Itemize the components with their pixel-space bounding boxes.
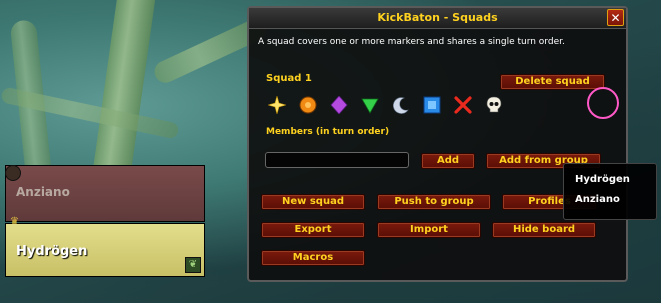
new-squad-button[interactable]: New squad	[261, 194, 365, 210]
import-button[interactable]: Import	[377, 222, 481, 238]
window-description: A squad covers one or more markers and s…	[258, 37, 565, 47]
party-member-name: Hydrögen	[16, 244, 88, 259]
moon-marker-icon[interactable]	[392, 96, 410, 114]
party-member-name: Anziano	[16, 185, 70, 199]
cursor-highlight	[587, 87, 619, 119]
skull-marker-icon[interactable]	[485, 96, 503, 114]
macros-button[interactable]: Macros	[261, 250, 365, 266]
diamond-marker-icon[interactable]	[330, 95, 348, 115]
portrait-badge-icon	[5, 165, 21, 181]
leader-crown-icon: ♛	[10, 216, 19, 227]
dropdown-item-anziano[interactable]: Anziano	[575, 194, 620, 205]
star-marker-icon[interactable]	[266, 94, 288, 116]
window-titlebar[interactable]: KickBaton - Squads ✕	[249, 8, 626, 29]
close-button[interactable]: ✕	[607, 9, 624, 26]
cross-marker-icon[interactable]	[454, 96, 472, 114]
group-members-dropdown: Hydrögen Anziano	[563, 163, 657, 220]
square-marker-icon[interactable]	[423, 96, 441, 114]
party-frame-hydrogen[interactable]: ♛ Hydrögen ❦	[5, 216, 205, 277]
squad-title: Squad 1	[266, 73, 312, 84]
window-title: KickBaton - Squads	[377, 11, 498, 24]
export-button[interactable]: Export	[261, 222, 365, 238]
add-member-button[interactable]: Add	[421, 153, 475, 169]
hide-board-button[interactable]: Hide board	[492, 222, 596, 238]
buff-icon: ❦	[185, 257, 201, 273]
dropdown-item-hydrogen[interactable]: Hydrögen	[575, 174, 630, 185]
member-name-input[interactable]	[265, 152, 409, 168]
members-label: Members (in turn order)	[266, 127, 390, 137]
party-frame-anziano[interactable]: Anziano	[5, 165, 205, 222]
squads-window: KickBaton - Squads ✕	[247, 6, 628, 282]
delete-squad-button[interactable]: Delete squad	[500, 74, 605, 90]
circle-marker-icon[interactable]	[299, 96, 317, 114]
tree-branch	[90, 0, 158, 192]
push-to-group-button[interactable]: Push to group	[377, 194, 491, 210]
triangle-marker-icon[interactable]	[361, 96, 379, 114]
